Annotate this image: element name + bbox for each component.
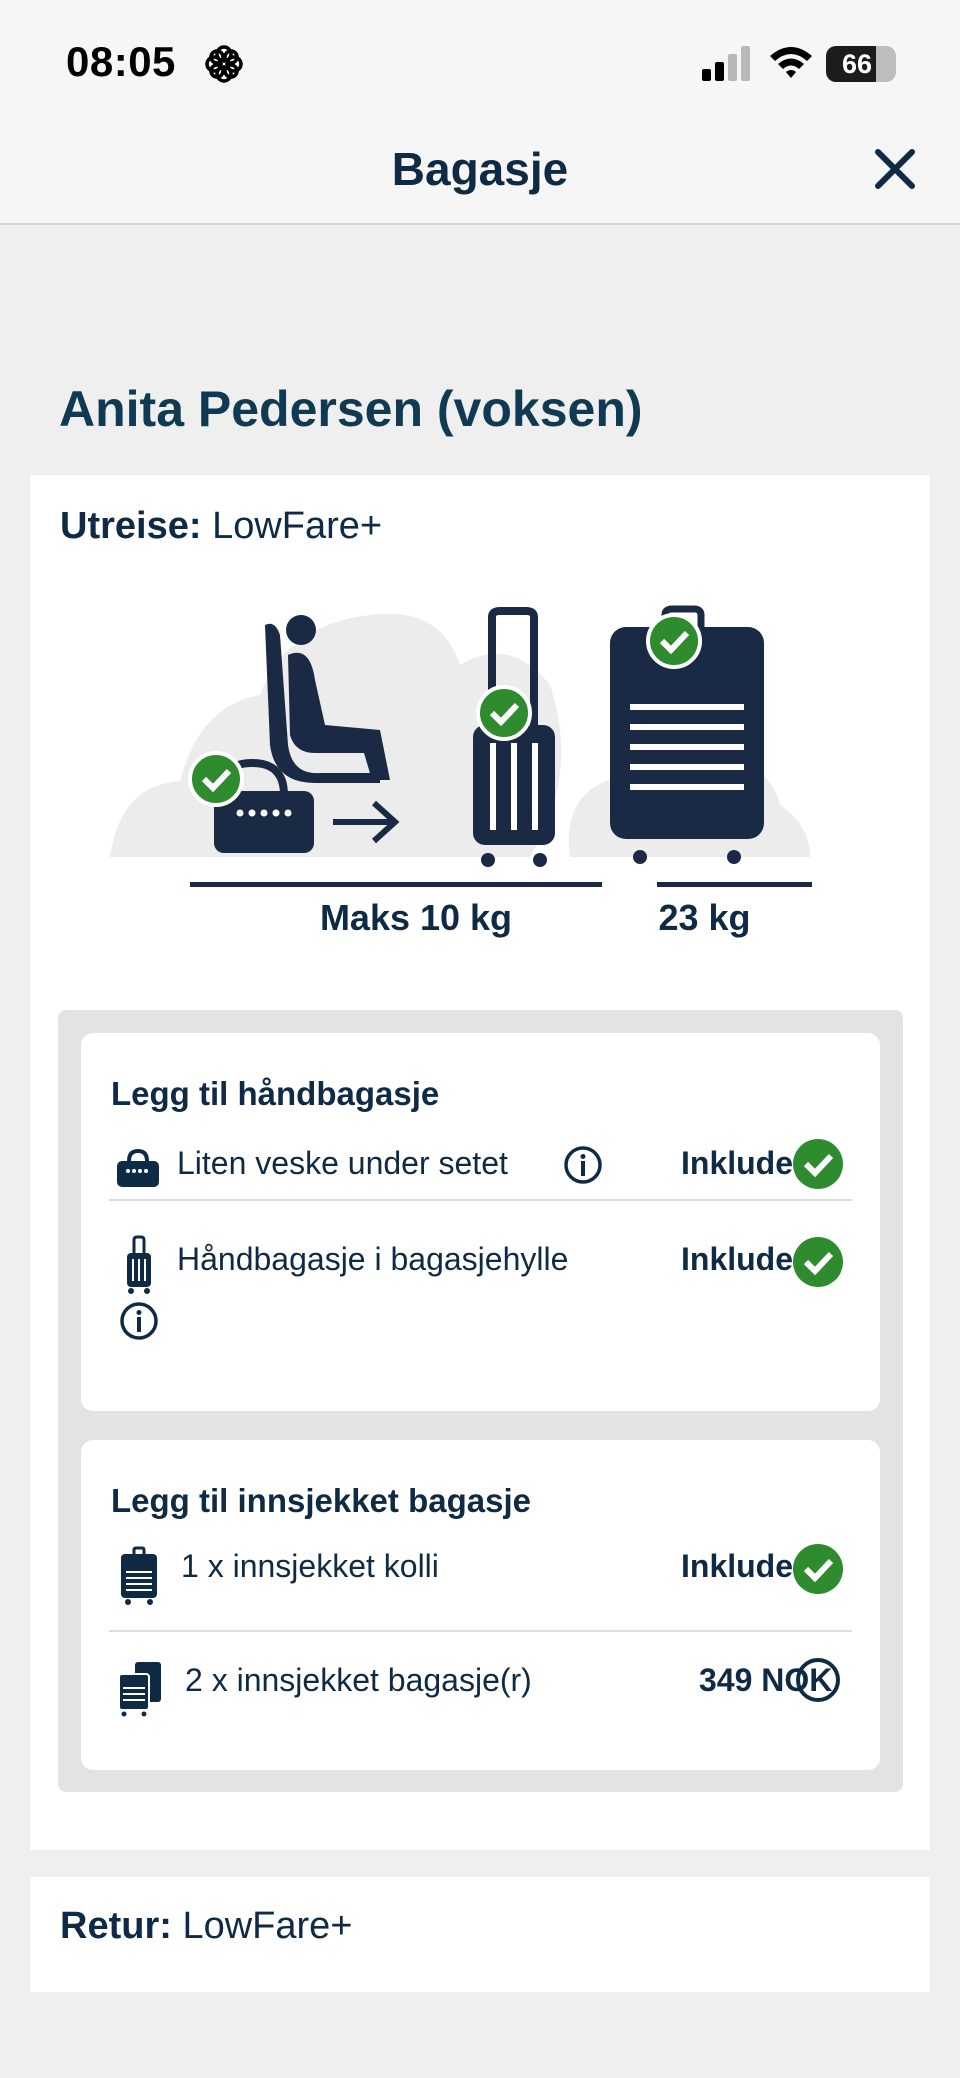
outbound-card: Utreise: LowFare+ Maks 10 kg 23 kg Legg … [30, 475, 930, 1850]
signal-icon [702, 46, 750, 81]
bag-icon [117, 1148, 159, 1187]
outbound-label: Utreise: [60, 505, 202, 547]
passenger-name: Anita Pedersen (voksen) [59, 381, 643, 437]
trolley-icon [127, 1235, 151, 1294]
suitcase-icon [121, 1546, 157, 1605]
battery-level: 66 [841, 49, 873, 79]
check-icon [646, 613, 702, 669]
cabin-weight: Maks 10 kg [319, 897, 513, 938]
status-bar: 08:05 66 [0, 0, 960, 120]
row-label: Håndbagasje i bagasjehylle [177, 1241, 569, 1277]
return-card: Retur: LowFare+ [30, 1877, 930, 1992]
baggage-options: Legg til håndbagasje Liten veske under s… [58, 1010, 903, 1792]
row-divider [109, 1199, 852, 1201]
hand-baggage-title: Legg til håndbagasje [111, 1075, 440, 1112]
row-divider [109, 1630, 852, 1632]
check-icon[interactable] [793, 1237, 843, 1287]
return-fare-name: LowFare+ [182, 1905, 353, 1947]
row-label: 1 x innsjekket kolli [181, 1548, 439, 1584]
checked-underline [657, 882, 812, 887]
page-title: Bagasje [391, 143, 569, 195]
check-icon[interactable] [793, 1139, 843, 1189]
battery-icon: 66 [826, 46, 896, 82]
check-icon[interactable] [793, 1544, 843, 1594]
hand-baggage-card: Legg til håndbagasje Liten veske under s… [81, 1033, 880, 1411]
return-fare[interactable]: Retur: LowFare+ [60, 1905, 353, 1948]
return-label: Retur: [60, 1905, 172, 1947]
wifi-icon [770, 47, 812, 78]
check-icon [188, 751, 244, 807]
cabin-underline [190, 882, 602, 887]
radio-icon[interactable] [796, 1658, 840, 1702]
close-icon[interactable] [870, 144, 920, 194]
row-label: 2 x innsjekket bagasje(r) [185, 1662, 532, 1698]
check-icon [476, 685, 532, 741]
checked-baggage-card: Legg til innsjekket bagasje 1 x innsjekk… [81, 1440, 880, 1770]
flower-icon [205, 45, 243, 83]
modal-header: Bagasje [0, 120, 960, 225]
outbound-fare-name: LowFare+ [212, 505, 383, 547]
info-icon[interactable] [119, 1301, 159, 1341]
status-time: 08:05 [66, 38, 176, 85]
suitcases-icon [118, 1662, 161, 1717]
row-label: Liten veske under setet [177, 1145, 508, 1181]
info-icon[interactable] [563, 1145, 603, 1185]
outbound-fare: Utreise: LowFare+ [60, 505, 382, 548]
checked-weight: 23 kg [658, 897, 751, 938]
checked-baggage-title: Legg til innsjekket bagasje [111, 1482, 531, 1519]
